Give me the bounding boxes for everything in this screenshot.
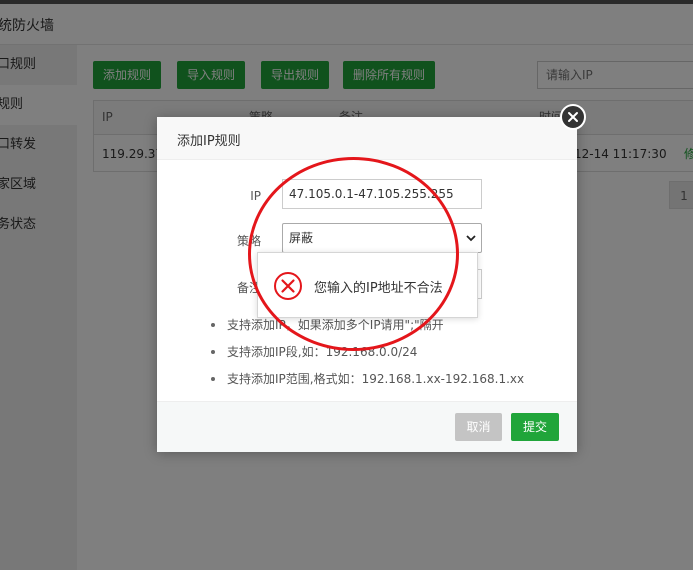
error-message: 您输入的IP地址不合法 xyxy=(314,281,443,296)
help-tip: 支持添加IP，如果添加多个IP请用";"隔开 xyxy=(209,315,524,342)
policy-select-value: 屏蔽 xyxy=(289,231,314,245)
help-tips-list: 支持添加IP，如果添加多个IP请用";"隔开 支持添加IP段,如：192.168… xyxy=(209,315,524,396)
ip-field-label: IP xyxy=(250,189,261,203)
help-tip: 支持添加IP范围,格式如：192.168.1.xx-192.168.1.xx xyxy=(209,369,524,396)
submit-button[interactable]: 提交 xyxy=(511,413,559,441)
policy-select[interactable]: 屏蔽 xyxy=(282,223,482,253)
dialog-header: 添加IP规则 xyxy=(157,117,577,160)
close-icon xyxy=(568,112,578,122)
error-toast: 您输入的IP地址不合法 xyxy=(257,252,478,318)
ip-input[interactable] xyxy=(282,179,482,209)
note-field-label: 备注 xyxy=(236,281,261,295)
policy-field-label: 策略 xyxy=(236,234,261,248)
cancel-button[interactable]: 取消 xyxy=(455,413,502,441)
close-button[interactable] xyxy=(560,104,586,130)
help-tip: 支持添加IP段,如：192.168.0.0/24 xyxy=(209,342,524,369)
dialog-title: 添加IP规则 xyxy=(177,134,241,149)
chevron-down-icon xyxy=(466,235,476,242)
dialog-footer: 取消 提交 xyxy=(157,401,577,452)
error-circle-icon xyxy=(274,272,302,300)
